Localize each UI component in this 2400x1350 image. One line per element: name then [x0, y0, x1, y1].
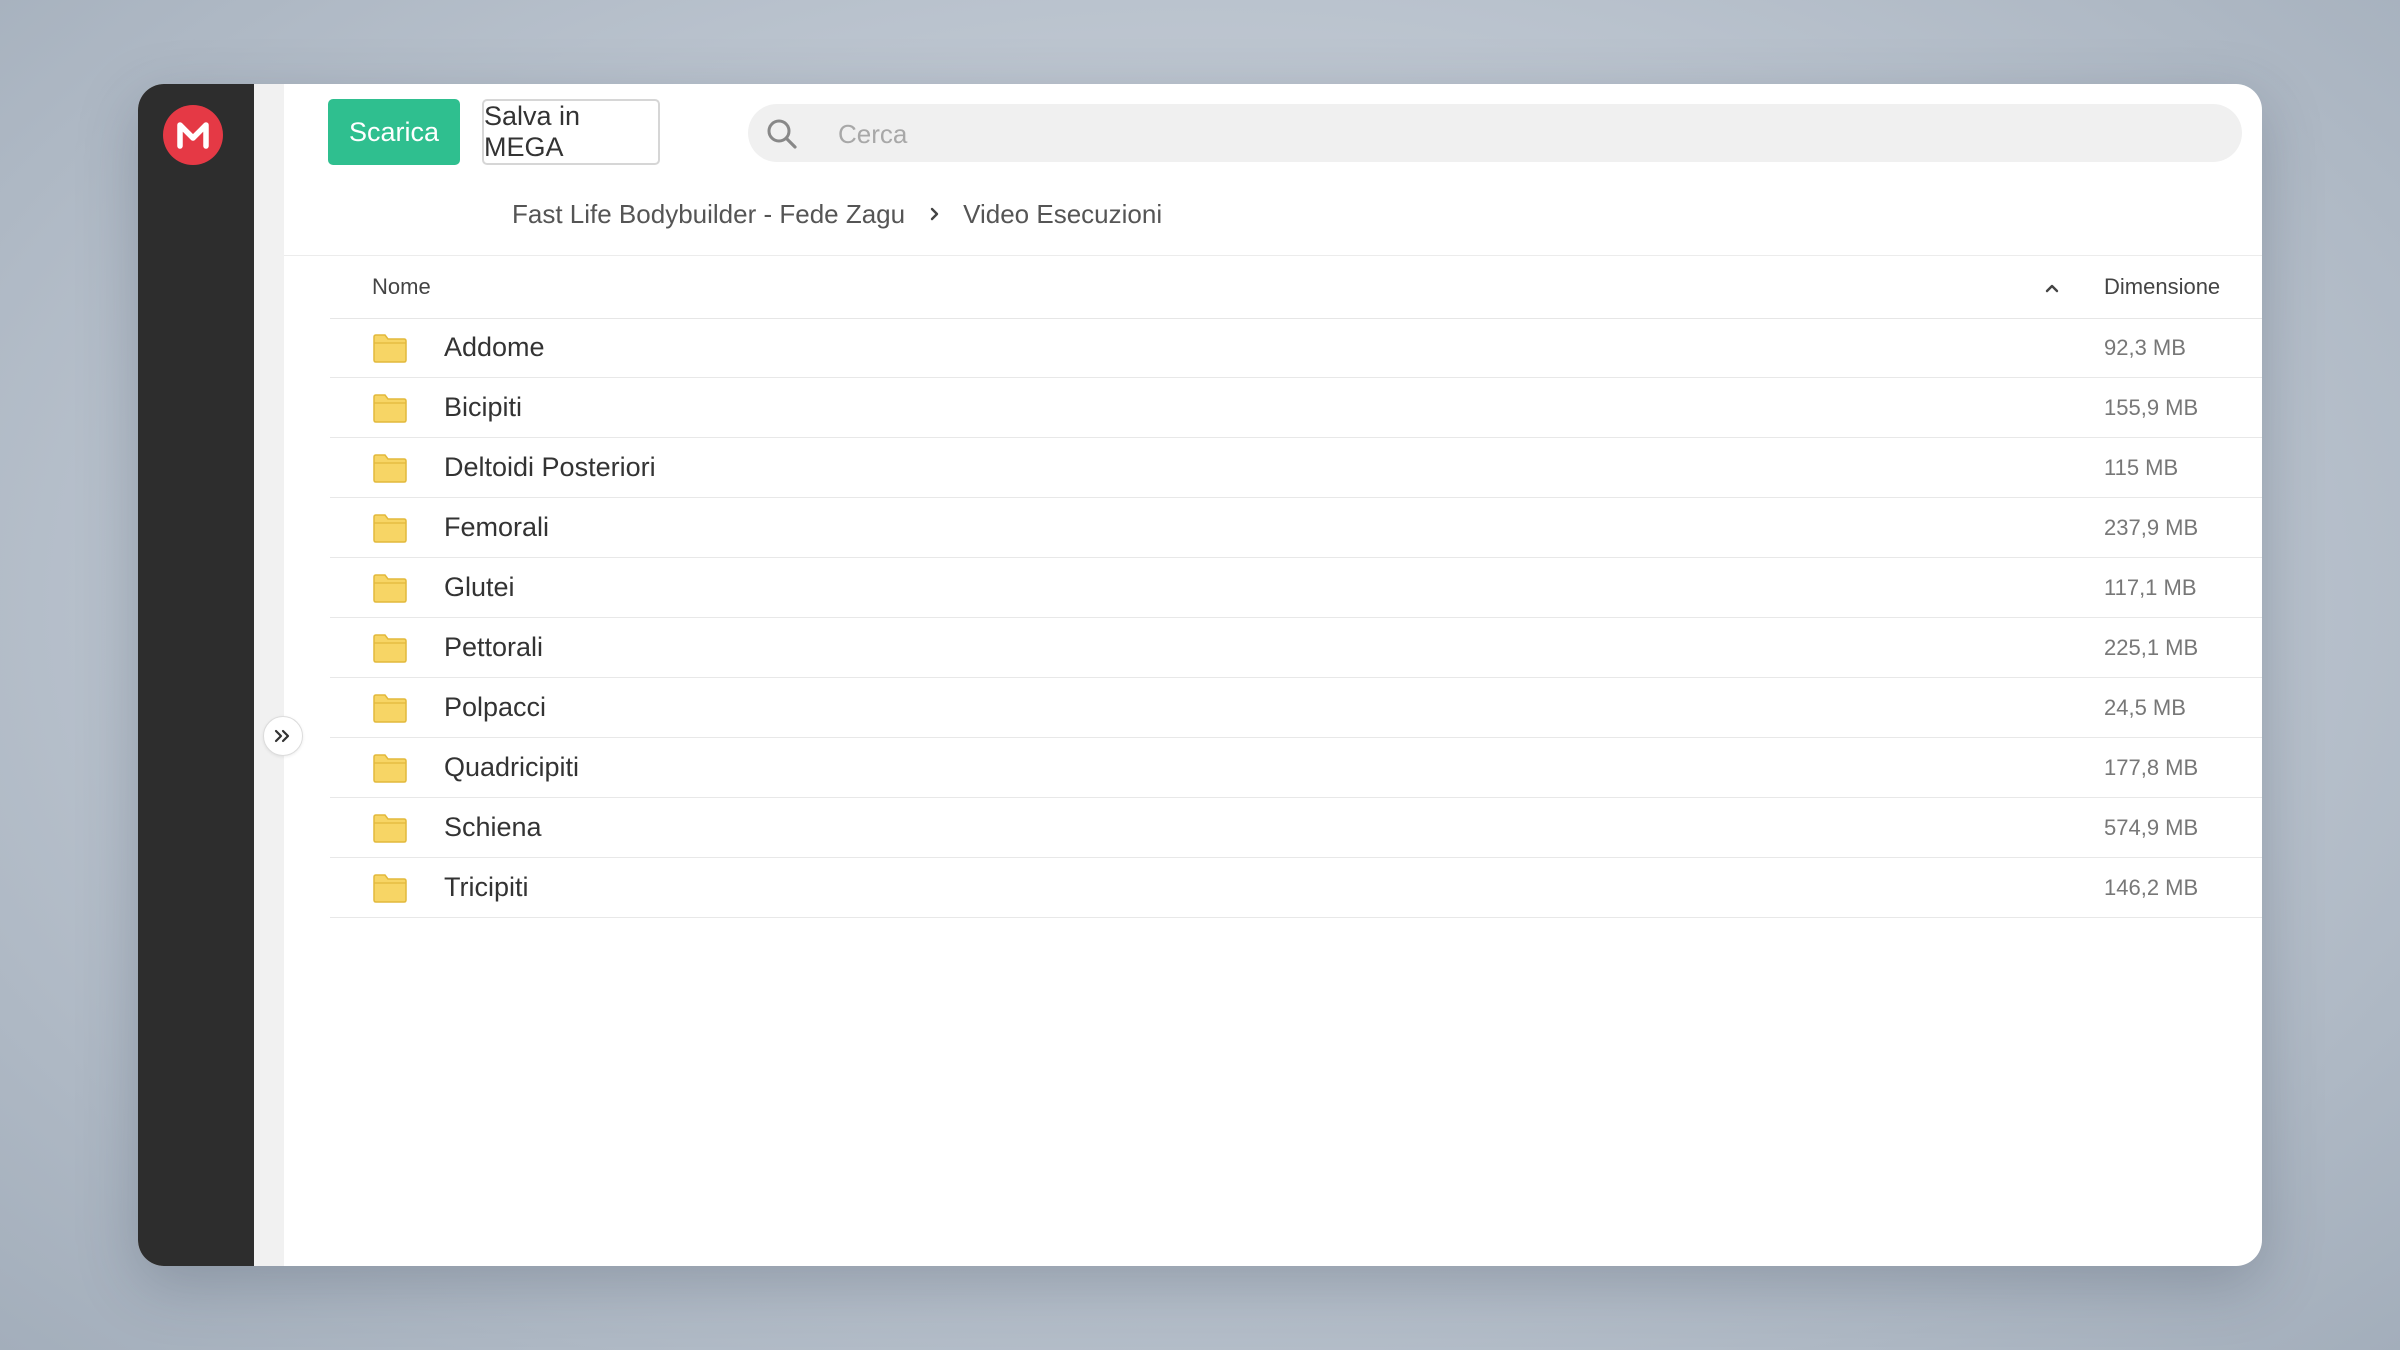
save-to-mega-button[interactable]: Salva in MEGA	[482, 99, 660, 165]
folder-icon	[373, 754, 407, 783]
table-row[interactable]: Polpacci 24,5 MB Cartella	[330, 678, 2262, 738]
row-name: Pettorali	[444, 632, 544, 662]
folder-icon	[373, 334, 407, 363]
folder-icon	[373, 814, 407, 843]
expand-sidebar-button[interactable]	[263, 716, 303, 756]
row-name: Addome	[444, 332, 545, 362]
row-size: 24,5 MB	[2104, 695, 2186, 720]
row-size: 155,9 MB	[2104, 395, 2199, 420]
table-row[interactable]: Quadricipiti 177,8 MB Cartella	[330, 738, 2262, 798]
chevron-up-icon[interactable]	[2042, 278, 2062, 298]
row-name: Femorali	[444, 512, 550, 542]
row-size: 237,9 MB	[2104, 515, 2199, 540]
breadcrumb: Fast Life Bodybuilder - Fede Zagu Video …	[512, 192, 1162, 236]
row-name: Deltoidi Posteriori	[444, 452, 656, 482]
folder-icon	[373, 574, 407, 603]
table-row[interactable]: Deltoidi Posteriori 115 MB Cartella	[330, 438, 2262, 498]
table-row[interactable]: Femorali 237,9 MB Cartella	[330, 498, 2262, 558]
row-name: Quadricipiti	[444, 752, 580, 782]
sidebar-strip	[254, 84, 284, 1266]
row-name: Schiena	[444, 812, 542, 842]
table-row[interactable]: Schiena 574,9 MB Cartella	[330, 798, 2262, 858]
app-window: Scarica Salva in MEGA Fast Life Bodybuil…	[138, 84, 2262, 1266]
row-size: 146,2 MB	[2104, 875, 2199, 900]
row-name: Polpacci	[444, 692, 547, 722]
search-input[interactable]	[836, 104, 2220, 164]
chevron-right-icon	[929, 206, 941, 222]
row-size: 117,1 MB	[2104, 575, 2197, 600]
folder-icon	[373, 514, 407, 543]
table-row[interactable]: Glutei 117,1 MB Cartella	[330, 558, 2262, 618]
folder-icon	[373, 694, 407, 723]
row-name: Tricipiti	[444, 872, 529, 902]
folder-icon	[373, 874, 407, 903]
row-name: Bicipiti	[444, 392, 523, 422]
column-header-name[interactable]: Nome	[372, 256, 431, 318]
search-icon	[767, 119, 797, 149]
table-row[interactable]: Addome 92,3 MB Cartella	[330, 318, 2262, 378]
download-button[interactable]: Scarica	[328, 99, 460, 165]
folder-icon	[373, 394, 407, 423]
folder-icon	[373, 454, 407, 483]
folder-icon	[373, 634, 407, 663]
table-row[interactable]: Tricipiti 146,2 MB Cartella	[330, 858, 2262, 918]
table-header: Nome Dimensione Tipo	[330, 256, 2262, 319]
row-size: 115 MB	[2104, 455, 2179, 480]
file-list: Addome 92,3 MB Cartella Bicipiti 155,9 M…	[330, 318, 2262, 918]
table-row[interactable]: Pettorali 225,1 MB Cartella	[330, 618, 2262, 678]
table-row[interactable]: Bicipiti 155,9 MB Cartella	[330, 378, 2262, 438]
row-name: Glutei	[444, 572, 515, 602]
double-chevron-right-icon	[274, 729, 290, 743]
breadcrumb-item-root[interactable]: Fast Life Bodybuilder - Fede Zagu	[512, 199, 905, 230]
search-bar[interactable]	[748, 104, 2242, 164]
row-size: 92,3 MB	[2104, 335, 2186, 360]
mega-logo-icon[interactable]	[163, 105, 223, 165]
row-size: 225,1 MB	[2104, 635, 2199, 660]
row-size: 574,9 MB	[2104, 815, 2199, 840]
column-header-size[interactable]: Dimensione	[2104, 256, 2220, 318]
breadcrumb-item-current[interactable]: Video Esecuzioni	[963, 199, 1162, 230]
row-size: 177,8 MB	[2104, 755, 2199, 780]
sidebar	[138, 84, 254, 1266]
